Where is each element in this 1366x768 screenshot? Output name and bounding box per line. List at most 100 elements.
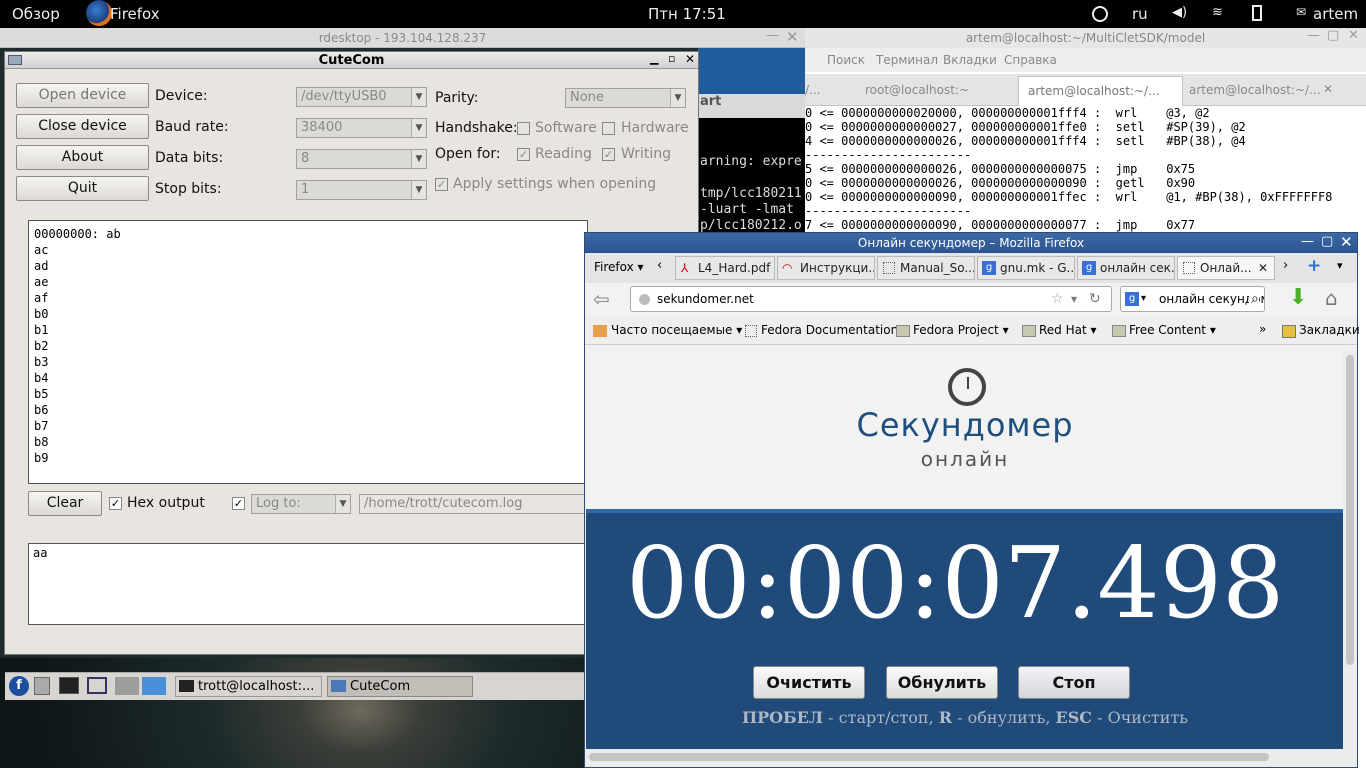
chevron-down-icon[interactable]: ▾ [1071, 287, 1077, 311]
maximize-button[interactable]: ▫ [668, 52, 675, 65]
url-bar[interactable]: sekundomer.net ☆ ▾ ↻ [630, 286, 1112, 312]
maximize-button[interactable]: ▢ [1327, 28, 1339, 43]
about-button[interactable]: About [16, 145, 149, 170]
taskbar-item-terminal[interactable]: trott@localhost:... [175, 676, 322, 697]
firefox-icon [86, 0, 112, 26]
log-path-field[interactable]: /home/trott/cutecom.log [359, 494, 588, 514]
output-line: b0 [34, 307, 49, 321]
horizontal-scrollbar[interactable] [585, 749, 1357, 767]
parity-combo[interactable]: None ▼ [565, 88, 686, 108]
open-device-button[interactable]: Open device [16, 83, 149, 108]
close-icon[interactable]: ✕ [1258, 257, 1268, 279]
overview-button[interactable]: Обзор [12, 5, 60, 23]
close-button[interactable]: ✕ [786, 28, 799, 46]
reset-button[interactable]: Обнулить [886, 666, 998, 699]
minimize-button[interactable]: — [1307, 28, 1320, 43]
accessibility-icon[interactable] [1092, 6, 1108, 22]
stopbits-combo[interactable]: 1 ▼ [296, 180, 427, 200]
scrollbar-thumb[interactable] [589, 753, 1269, 761]
minimize-button[interactable]: — [1301, 234, 1314, 249]
workspace-2[interactable] [142, 677, 166, 695]
device-combo[interactable]: /dev/ttyUSB0 ▼ [296, 87, 427, 107]
clock[interactable]: Птн 17:51 [648, 5, 726, 23]
search-icon[interactable]: ⌕ [1249, 287, 1259, 311]
input-field[interactable]: aa [28, 543, 588, 625]
clear-button[interactable]: Clear [28, 491, 102, 516]
chevron-double-right-icon[interactable]: » [1259, 322, 1266, 336]
vertical-scrollbar[interactable] [1343, 351, 1357, 749]
terminal-tab[interactable]: root@localhost:~ [865, 83, 969, 97]
reload-icon[interactable]: ↻ [1089, 287, 1101, 311]
close-button[interactable]: ✕ [1340, 233, 1353, 251]
software-checkbox[interactable] [517, 122, 530, 135]
search-box[interactable]: g▾онлайн секундомер⌕ [1120, 286, 1265, 312]
terminal-tab[interactable]: /... [805, 83, 821, 97]
battery-icon[interactable] [1252, 5, 1262, 21]
active-app-label[interactable]: Firefox [110, 5, 160, 23]
minimize-button[interactable]: ▁ [650, 52, 658, 65]
taskbar-item-cutecom[interactable]: CuteCom [327, 676, 473, 697]
chevron-down-icon[interactable]: ▾ [1337, 259, 1343, 272]
quit-button[interactable]: Quit [16, 176, 149, 201]
tab[interactable]: g онлайн сек... [1077, 256, 1175, 280]
bookmark-star-icon[interactable]: ☆ [1051, 287, 1064, 311]
new-tab-icon[interactable]: + [1307, 256, 1321, 276]
close-button[interactable]: ✕ [685, 52, 695, 66]
terminal-tab[interactable]: artem@localhost:~/... [1189, 83, 1321, 97]
apply-checkbox[interactable]: ✓ [435, 178, 448, 191]
tab[interactable]: ⅄ L4_Hard.pdf [675, 256, 775, 280]
tab-active[interactable]: Онлай... ✕ [1177, 256, 1275, 280]
workspace-1[interactable] [115, 677, 139, 695]
tab[interactable]: ◠ Инструкци... [777, 256, 875, 280]
calculator-icon[interactable] [34, 677, 50, 695]
bookmarks-star-icon [1282, 325, 1296, 338]
chevron-left-icon[interactable]: ‹ [657, 258, 662, 273]
reading-checkbox[interactable]: ✓ [517, 148, 530, 161]
close-icon[interactable]: ✕ [1323, 82, 1333, 96]
user-menu[interactable]: artem [1313, 5, 1358, 23]
stop-button[interactable]: Стоп [1018, 666, 1130, 699]
bookmark-fedora-project[interactable]: Fedora Project ▾ [913, 323, 1009, 337]
databits-combo[interactable]: 8 ▼ [296, 149, 427, 169]
url-text: sekundomer.net [657, 292, 754, 306]
hardware-checkbox[interactable] [602, 122, 615, 135]
menu-search[interactable]: Поиск [827, 53, 865, 67]
close-button[interactable]: ✕ [1348, 28, 1359, 43]
tab[interactable]: Manual_So... [877, 256, 975, 280]
terminal-tab-active[interactable]: artem@localhost:~/... [1018, 76, 1183, 106]
writing-checkbox[interactable]: ✓ [602, 148, 615, 161]
hex-output-checkbox[interactable]: ✓ [109, 497, 122, 510]
scrollbar-thumb[interactable] [1346, 355, 1354, 665]
google-icon: g [1082, 261, 1096, 275]
volume-icon[interactable]: ◀) [1172, 5, 1187, 20]
close-device-button[interactable]: Close device [16, 114, 149, 139]
log-combo[interactable]: Log to: ▼ [251, 494, 351, 514]
window-menu-icon[interactable] [8, 55, 22, 65]
clear-button[interactable]: Очистить [753, 666, 865, 699]
bookmarks-menu[interactable]: Закладки [1299, 323, 1360, 337]
maximize-button[interactable]: ▢ [1321, 234, 1333, 249]
window-icon [331, 680, 346, 692]
home-icon[interactable]: ⌂ [1325, 286, 1338, 310]
menu-tabs[interactable]: Вкладки [943, 53, 997, 67]
bookmark-fedora-docs[interactable]: Fedora Documentation [761, 323, 898, 337]
windows-icon[interactable] [87, 677, 107, 694]
output-area[interactable]: 00000000: ab ac ad ae af b0 b1 b2 b3 b4 b5 b6 b7 b8 b9 [28, 220, 588, 484]
terminal-launcher-icon[interactable] [59, 677, 79, 694]
fedora-menu-icon[interactable]: f [9, 676, 29, 696]
log-checkbox[interactable]: ✓ [232, 497, 245, 510]
minimize-button[interactable]: — [766, 28, 779, 43]
chevron-right-icon[interactable]: › [1283, 258, 1288, 273]
back-icon[interactable]: ⇦ [593, 287, 610, 311]
download-icon[interactable]: ⬇ [1289, 285, 1307, 310]
menu-help[interactable]: Справка [1004, 53, 1057, 67]
language-indicator[interactable]: ru [1132, 5, 1148, 23]
tab[interactable]: g gnu.mk - G... [977, 256, 1075, 280]
bookmark-free-content[interactable]: Free Content ▾ [1129, 323, 1216, 337]
baud-combo[interactable]: 38400 ▼ [296, 118, 427, 138]
firefox-menu-button[interactable]: Firefox ▾ [594, 260, 644, 274]
menu-terminal[interactable]: Терминал [876, 53, 938, 67]
bookmark-most-visited[interactable]: Часто посещаемые ▾ [611, 323, 742, 337]
bookmark-redhat[interactable]: Red Hat ▾ [1039, 323, 1097, 337]
wifi-icon[interactable]: ≋ [1212, 5, 1223, 20]
